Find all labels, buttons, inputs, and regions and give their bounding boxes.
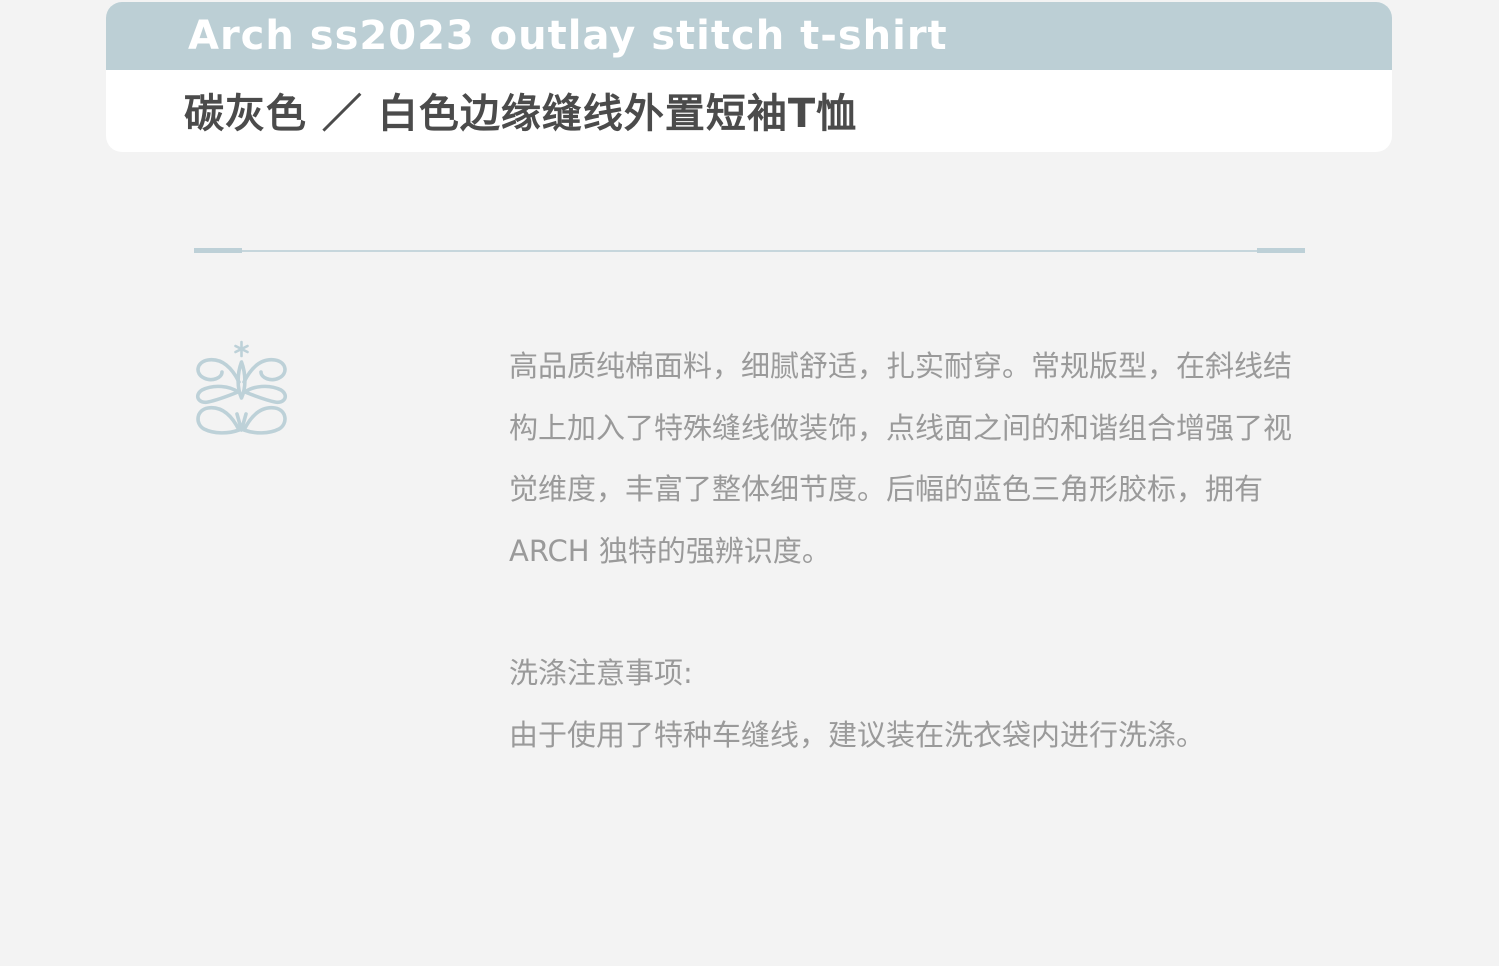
product-title-cn: 碳灰色 ／ 白色边缘缝线外置短袖T恤 bbox=[184, 91, 858, 137]
divider-line bbox=[194, 250, 1305, 252]
divider-cap-left bbox=[194, 248, 242, 253]
divider-cap-right bbox=[1257, 248, 1305, 253]
section-divider bbox=[194, 246, 1305, 254]
product-title-en: Arch ss2023 outlay stitch t-shirt bbox=[188, 13, 948, 59]
title-card: Arch ss2023 outlay stitch t-shirt 碳灰色 ／ … bbox=[106, 2, 1392, 152]
product-description: 高品质纯棉面料，细腻舒适，扎实耐穿。常规版型，在斜线结构上加入了特殊缝线做装饰，… bbox=[509, 349, 1293, 568]
care-instructions-text: 由于使用了特种车缝线，建议装在洗衣袋内进行洗涤。 bbox=[509, 718, 1206, 752]
butterfly-logo-icon bbox=[192, 338, 292, 440]
care-instructions-title: 洗涤注意事项: bbox=[509, 656, 693, 690]
